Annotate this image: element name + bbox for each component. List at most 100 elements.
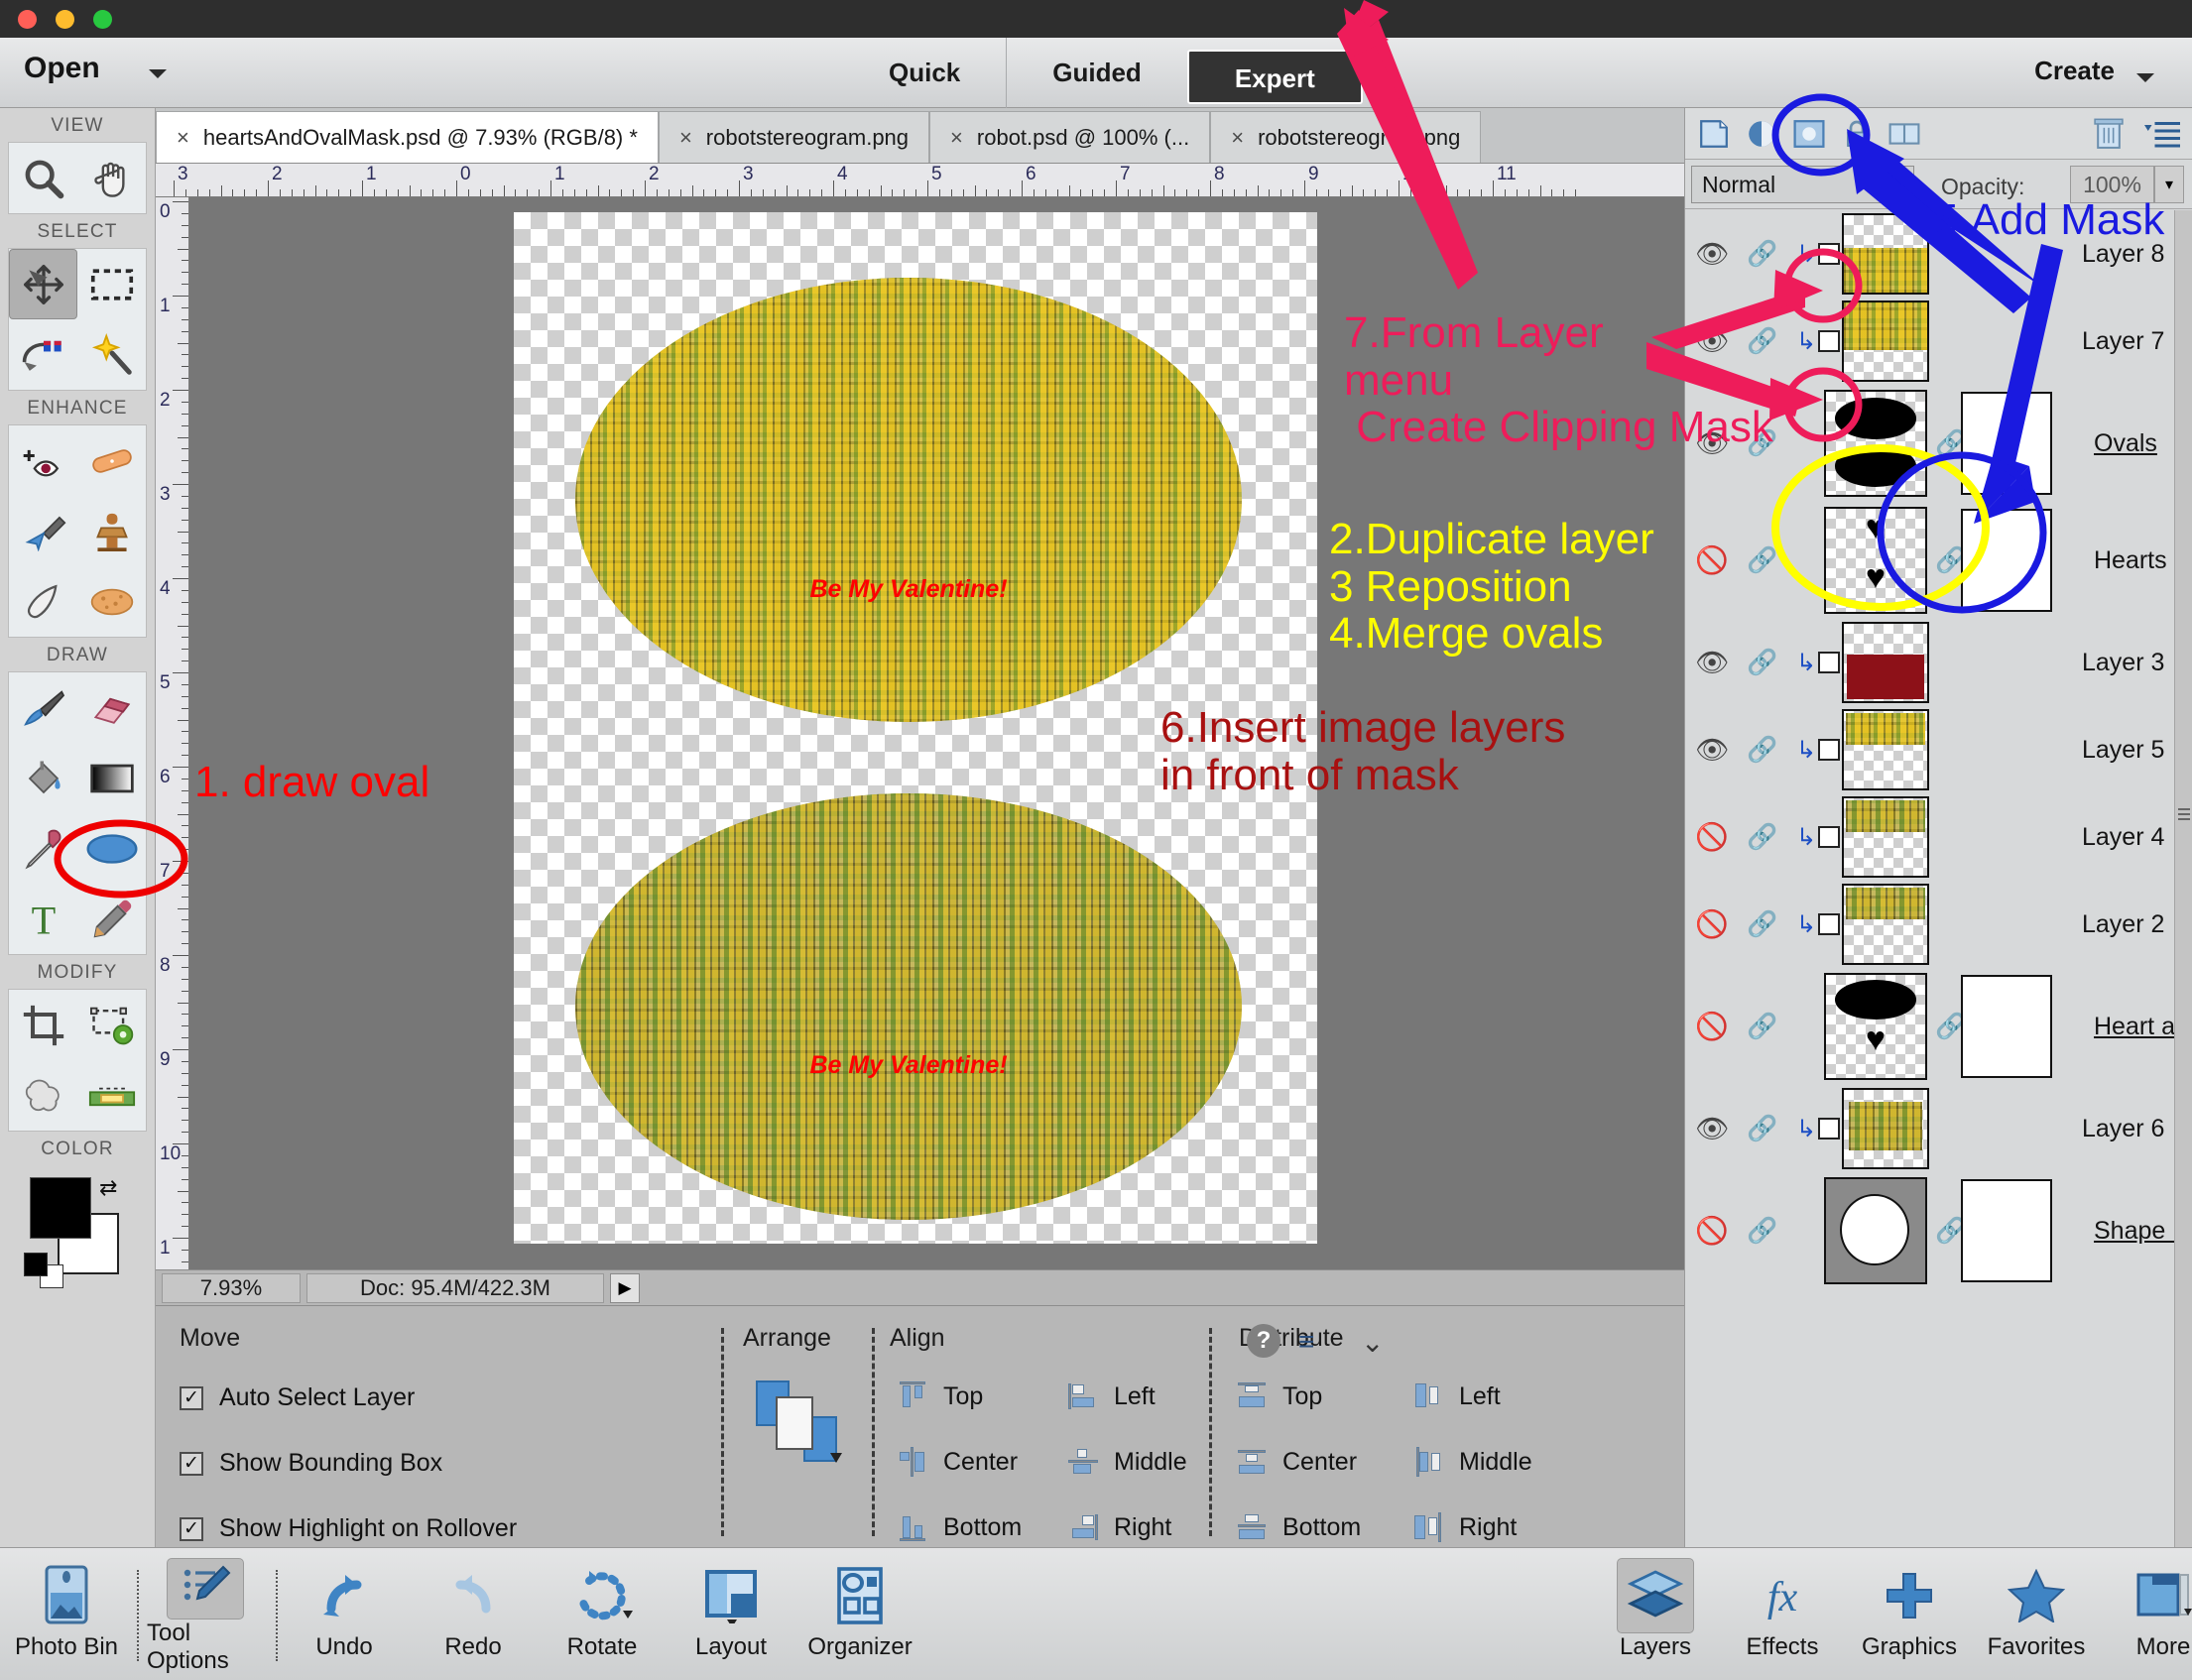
visibility-toggle-icon[interactable]: 👁: [1695, 238, 1729, 270]
link-icon[interactable]: 🔗: [1747, 327, 1777, 356]
layout-button[interactable]: Layout: [672, 1558, 790, 1675]
distribute-middle-button[interactable]: Middle: [1413, 1447, 1532, 1477]
status-expand-icon[interactable]: ▶: [610, 1273, 640, 1303]
table-row[interactable]: 🚫 🔗 ♥ 🔗 Heart and...: [1685, 968, 2192, 1085]
table-row[interactable]: 👁 🔗 ↳ Layer 3: [1685, 619, 2192, 706]
marquee-tool-icon[interactable]: [77, 249, 146, 319]
table-row[interactable]: 🚫 🔗 🔗 Shape 1: [1685, 1172, 2192, 1289]
foreground-color-swatch[interactable]: [30, 1177, 91, 1239]
red-eye-tool-icon[interactable]: [9, 425, 77, 496]
new-layer-icon[interactable]: [1695, 116, 1733, 152]
more-panel-button[interactable]: More: [2105, 1558, 2192, 1675]
chevron-down-icon[interactable]: ⌄: [1361, 1326, 1384, 1359]
align-right-button[interactable]: Right: [1068, 1512, 1171, 1542]
layer-thumbnail[interactable]: [1842, 709, 1929, 790]
clone-stamp-tool-icon[interactable]: [77, 496, 146, 566]
document-tab-robotstereogram-1[interactable]: × robotstereogram.png: [659, 111, 929, 163]
visibility-toggle-icon[interactable]: 👁: [1695, 325, 1729, 357]
table-row[interactable]: 🚫 🔗 ♥ ♥ 🔗 Hearts: [1685, 502, 2192, 619]
align-center-button[interactable]: Center: [898, 1447, 1018, 1477]
magic-wand-tool-icon[interactable]: [77, 319, 146, 390]
move-tool-icon[interactable]: [9, 249, 77, 319]
recompose-tool-icon[interactable]: [77, 990, 146, 1060]
chevron-down-icon[interactable]: [2136, 73, 2154, 82]
checkbox-row-show-highlight-on-rollover[interactable]: ✓ Show Highlight on Rollover: [180, 1514, 517, 1543]
align-bottom-button[interactable]: Bottom: [898, 1512, 1022, 1542]
checkbox-row-auto-select-layer[interactable]: ✓ Auto Select Layer: [180, 1383, 415, 1412]
favorites-panel-button[interactable]: Favorites: [1978, 1558, 2095, 1675]
undo-button[interactable]: Undo: [286, 1558, 403, 1675]
hand-tool-icon[interactable]: [77, 143, 146, 213]
align-left-button[interactable]: Left: [1068, 1381, 1156, 1411]
layer-name[interactable]: Layer 4: [2082, 823, 2164, 852]
align-middle-button[interactable]: Middle: [1068, 1447, 1187, 1477]
distribute-left-button[interactable]: Left: [1413, 1381, 1501, 1411]
layer-thumbnail[interactable]: [1842, 796, 1929, 878]
magnetic-lasso-tool-icon[interactable]: [9, 319, 77, 390]
layer-thumbnail[interactable]: [1842, 1088, 1929, 1169]
visibility-toggle-icon[interactable]: 🚫: [1695, 908, 1729, 940]
visibility-toggle-icon[interactable]: 🚫: [1695, 821, 1729, 853]
layer-thumbnail[interactable]: [1824, 390, 1927, 497]
layer-name[interactable]: Layer 3: [2082, 649, 2164, 677]
open-button[interactable]: Open: [24, 52, 100, 85]
table-row[interactable]: 👁 🔗 ↳ Layer 5: [1685, 706, 2192, 793]
help-icon[interactable]: ?: [1247, 1324, 1280, 1358]
layer-thumbnail[interactable]: [1842, 622, 1929, 703]
checkbox-icon[interactable]: ✓: [180, 1517, 203, 1541]
layer-name[interactable]: Layer 5: [2082, 736, 2164, 765]
oval-shape-top[interactable]: Be My Valentine!: [575, 278, 1242, 722]
smart-brush-tool-icon[interactable]: [9, 496, 77, 566]
default-foreground-swatch[interactable]: [24, 1253, 48, 1276]
document-tab-robot-psd[interactable]: × robot.psd @ 100% (...: [929, 111, 1210, 163]
paint-bucket-tool-icon[interactable]: [9, 743, 77, 813]
brush-tool-icon[interactable]: [9, 672, 77, 743]
layers-list[interactable]: 👁 🔗 ↳ Layer 8 👁 🔗 ↳ Layer 7 👁 🔗 🔗: [1685, 210, 2192, 1547]
oval-shape-bottom[interactable]: Be My Valentine!: [575, 793, 1242, 1220]
zoom-level-field[interactable]: 7.93%: [162, 1273, 301, 1303]
straighten-tool-icon[interactable]: [77, 1060, 146, 1131]
eraser-tool-icon[interactable]: [77, 672, 146, 743]
redo-button[interactable]: Redo: [415, 1558, 532, 1675]
spot-healing-tool-icon[interactable]: [77, 425, 146, 496]
group-icon[interactable]: [1886, 116, 1923, 152]
delete-layer-icon[interactable]: [2090, 116, 2128, 152]
rotate-button[interactable]: Rotate: [544, 1558, 661, 1675]
layer-thumbnail[interactable]: ♥ ♥: [1824, 507, 1927, 614]
document-tab-robotstereogram-2[interactable]: × robotstereogram.png: [1210, 111, 1481, 163]
opacity-field[interactable]: 100%: [2070, 166, 2154, 203]
link-icon[interactable]: 🔗: [1747, 1013, 1777, 1041]
tool-options-button[interactable]: Tool Options: [147, 1558, 264, 1675]
layer-thumbnail[interactable]: ♥: [1824, 973, 1927, 1080]
zoom-tool-icon[interactable]: [9, 143, 77, 213]
shape-ellipse-tool-icon[interactable]: [77, 813, 146, 884]
visibility-toggle-icon[interactable]: 👁: [1695, 647, 1729, 678]
table-row[interactable]: 👁 🔗 🔗 Ovals: [1685, 385, 2192, 502]
layer-name[interactable]: Shape 1: [2094, 1217, 2186, 1246]
effects-panel-button[interactable]: fx Effects: [1724, 1558, 1841, 1675]
distribute-center-button[interactable]: Center: [1237, 1447, 1357, 1477]
align-top-button[interactable]: Top: [898, 1381, 983, 1411]
close-icon[interactable]: ×: [950, 125, 963, 151]
panel-menu-icon[interactable]: [2143, 116, 2181, 152]
blend-mode-select[interactable]: Normal: [1691, 166, 1914, 203]
link-icon[interactable]: 🔗: [1747, 240, 1777, 269]
visibility-toggle-icon[interactable]: 🚫: [1695, 1215, 1729, 1247]
canvas-area[interactable]: Be My Valentine! Be My Valentine!: [189, 197, 1684, 1269]
close-icon[interactable]: ×: [679, 125, 692, 151]
chevron-down-icon[interactable]: ▾: [2154, 166, 2184, 203]
arrange-button[interactable]: [749, 1374, 844, 1474]
checkbox-row-show-bounding-box[interactable]: ✓ Show Bounding Box: [180, 1449, 442, 1478]
checkbox-icon[interactable]: ✓: [180, 1386, 203, 1410]
layer-thumbnail[interactable]: [1842, 300, 1929, 382]
layer-thumbnail[interactable]: [1842, 213, 1929, 295]
layer-thumbnail[interactable]: [1842, 884, 1929, 965]
layer-name[interactable]: Layer 6: [2082, 1115, 2164, 1143]
layer-name[interactable]: Layer 8: [2082, 240, 2164, 269]
document-tab-hearts-and-oval-mask[interactable]: × heartsAndOvalMask.psd @ 7.93% (RGB/8) …: [156, 111, 659, 163]
content-aware-move-tool-icon[interactable]: [9, 1060, 77, 1131]
chevron-down-icon[interactable]: [149, 69, 167, 78]
link-icon[interactable]: 🔗: [1747, 546, 1777, 575]
layers-panel-button[interactable]: Layers: [1597, 1558, 1714, 1675]
artboard[interactable]: Be My Valentine! Be My Valentine!: [514, 212, 1317, 1244]
